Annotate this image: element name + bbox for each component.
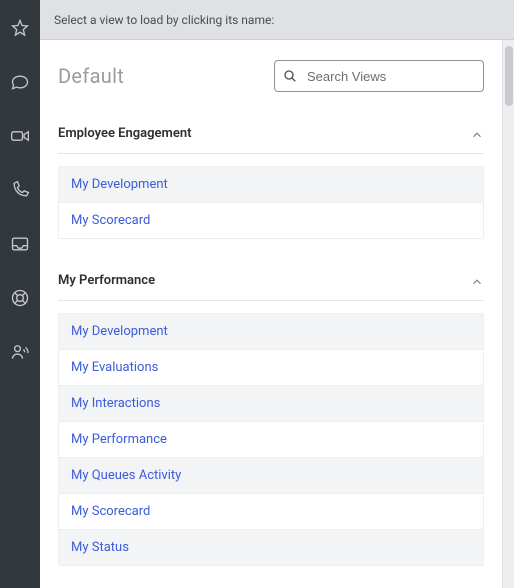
chevron-up-icon — [470, 274, 484, 288]
main-panel: Select a view to load by clicking its na… — [40, 0, 514, 588]
view-item[interactable]: My Evaluations — [59, 349, 483, 385]
video-icon[interactable] — [10, 126, 30, 146]
chat-icon[interactable] — [10, 72, 30, 92]
scrollbar-track[interactable] — [502, 40, 514, 588]
instruction-bar: Select a view to load by clicking its na… — [40, 0, 514, 40]
star-icon[interactable] — [10, 18, 30, 38]
group-title: Employee Engagement — [58, 126, 191, 141]
view-item[interactable]: My Queues Activity — [59, 457, 483, 493]
search-wrap — [274, 60, 484, 92]
group-items: My DevelopmentMy Scorecard — [58, 166, 484, 239]
group-items: My DevelopmentMy EvaluationsMy Interacti… — [58, 313, 484, 566]
view-groups-list: Employee EngagementMy DevelopmentMy Scor… — [40, 112, 502, 588]
view-item[interactable]: My Scorecard — [59, 202, 483, 238]
view-item[interactable]: My Interactions — [59, 385, 483, 421]
chevron-up-icon — [470, 127, 484, 141]
inbox-icon[interactable] — [10, 234, 30, 254]
group-header[interactable]: Employee Engagement — [58, 112, 484, 154]
phone-icon[interactable] — [10, 180, 30, 200]
content-area: Default Employee Engagement My Developmen… — [40, 40, 514, 588]
view-item[interactable]: My Performance — [59, 421, 483, 457]
view-item[interactable]: My Scorecard — [59, 493, 483, 529]
view-item[interactable]: My Status — [59, 529, 483, 565]
search-input[interactable] — [274, 60, 484, 92]
group-title: My Performance — [58, 273, 155, 288]
person-signal-icon[interactable] — [10, 342, 30, 362]
group-header[interactable]: My Performance — [58, 259, 484, 301]
scrollbar-thumb[interactable] — [505, 46, 513, 106]
page-title: Default — [58, 64, 124, 88]
view-item[interactable]: My Development — [59, 167, 483, 202]
view-item[interactable]: My Development — [59, 314, 483, 349]
lifebuoy-icon[interactable] — [10, 288, 30, 308]
left-nav-sidebar — [0, 0, 40, 588]
instruction-text: Select a view to load by clicking its na… — [54, 13, 274, 27]
